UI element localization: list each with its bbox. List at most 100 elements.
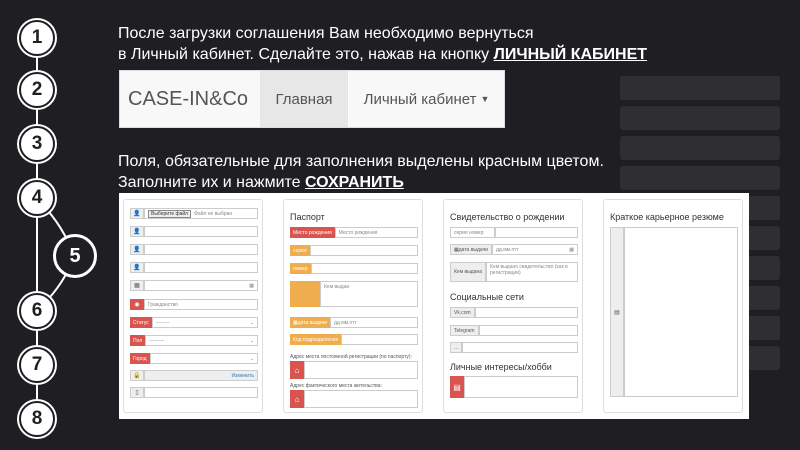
issued-by-input[interactable]: Кем выдан: [320, 281, 418, 307]
citizenship-input[interactable]: Гражданство: [144, 299, 258, 310]
calendar-picker-icon[interactable]: ▦: [249, 283, 254, 289]
cert-date-input[interactable]: дд.мм.гггг ▦: [491, 244, 578, 255]
step-4: 4: [19, 180, 55, 216]
actual-address-row: ⌂: [290, 390, 418, 408]
birthdate-input[interactable]: ▦: [144, 280, 258, 291]
user-icon: 👤: [130, 208, 144, 219]
dept-code-input[interactable]: [341, 334, 418, 345]
caret-down-icon: ▼: [480, 94, 490, 104]
globe-icon: ◉: [130, 299, 144, 310]
telegram-input[interactable]: [478, 325, 578, 336]
birthdate-row: ▦ ▦: [130, 280, 258, 291]
hobby-row: ▤: [450, 376, 578, 398]
cert-series-input[interactable]: серия номер: [450, 227, 495, 238]
cert-date-row: ▦ дата выдачи дд.мм.гггг ▦: [450, 244, 578, 255]
list-icon: ▤: [610, 227, 624, 397]
status-row: Статус -------- ⌄: [130, 317, 258, 328]
issued-by-row: Кем выдан: [290, 281, 418, 307]
gender-select[interactable]: --------- ⌄: [145, 335, 258, 346]
birthplace-input[interactable]: Место рождения: [334, 227, 418, 238]
number-input[interactable]: [310, 263, 418, 274]
dept-code-row: Код подразделения: [290, 334, 418, 345]
city-label: Город: [130, 353, 150, 364]
lock-icon: 🔒: [130, 370, 144, 381]
social-title: Социальные сети: [450, 292, 524, 302]
status-select[interactable]: -------- ⌄: [151, 317, 258, 328]
instruction-1-line2: в Личный кабинет. Сделайте это, нажав на…: [118, 44, 647, 65]
gender-row: Пол --------- ⌄: [130, 335, 258, 346]
choose-file-button[interactable]: Выберите файл: [148, 209, 192, 218]
nav-home[interactable]: Главная: [260, 71, 348, 127]
change-button[interactable]: Изменить: [231, 373, 254, 379]
gender-value: ---------: [149, 337, 165, 344]
calendar-picker-icon[interactable]: ▦: [569, 247, 574, 253]
user-icon: 👤: [130, 226, 144, 237]
hobby-input[interactable]: [464, 376, 578, 398]
status-value: --------: [155, 319, 170, 326]
home-icon: ⌂: [290, 361, 304, 379]
resume-textarea[interactable]: [624, 227, 738, 397]
step-2: 2: [19, 72, 55, 108]
lastname-input[interactable]: [144, 226, 258, 237]
reg-address-input[interactable]: [304, 361, 418, 379]
instruction-1: После загрузки соглашения Вам необходимо…: [118, 23, 647, 65]
cert-date-value: дд.мм.гггг: [495, 246, 519, 253]
nav-cabinet-dropdown[interactable]: Личный кабинет ▼: [348, 71, 504, 127]
email-row: 🔒 Изменить: [130, 370, 258, 381]
passport-title: Паспорт: [290, 212, 325, 222]
series-input[interactable]: [309, 245, 418, 256]
file-status: Файл не выбран: [194, 210, 233, 217]
dept-code-label: Код подразделения: [290, 334, 342, 345]
navbar-screenshot: CASE-IN&Co Главная Личный кабинет ▼: [119, 70, 505, 128]
gender-label: Пол: [130, 335, 146, 346]
other-social-row: ...: [450, 342, 578, 353]
instruction-2-line2: Заполните их и нажмите СОХРАНИТЬ: [118, 172, 604, 193]
resume-panel: Краткое карьерное резюме ▤: [603, 199, 743, 413]
save-link-text: СОХРАНИТЬ: [305, 174, 404, 191]
step-6: 6: [19, 293, 55, 329]
passport-date-label: ▦ дата выдачи: [290, 317, 330, 328]
passport-date-input[interactable]: дд.мм.гггг: [329, 317, 418, 328]
patronymic-input[interactable]: [144, 262, 258, 273]
cert-issued-label: Кем выдана: [450, 262, 487, 282]
nav-cabinet-label: Личный кабинет: [363, 90, 477, 108]
number-label: номер: [290, 263, 311, 274]
hobby-icon: ▤: [450, 376, 464, 398]
personal-panel: 👤 Выберите файл Файл не выбран 👤 👤 👤 ▦ ▦ ◉…: [123, 199, 263, 413]
lastname-row: 👤: [130, 226, 258, 237]
step-3: 3: [19, 126, 55, 162]
cert-issued-input[interactable]: Кем выдано свидетельство (как в регистра…: [486, 262, 578, 282]
step-7: 7: [19, 347, 55, 383]
user-icon: 👤: [130, 262, 144, 273]
series-label: серия: [290, 245, 310, 256]
number-row: номер: [290, 263, 418, 274]
instruction-2-line1: Поля, обязательные для заполнения выделе…: [118, 153, 604, 170]
hobby-title: Личные интересы/хобби: [450, 362, 552, 372]
step-1: 1: [19, 20, 55, 56]
cert-series-row: серия номер: [450, 227, 578, 238]
passport-panel: Паспорт Место рождения Место рождения сер…: [283, 199, 423, 413]
birthplace-label: Место рождения: [290, 227, 335, 238]
cert-number-input[interactable]: [495, 227, 578, 238]
cert-issued-row: Кем выдана Кем выдано свидетельство (как …: [450, 262, 578, 282]
birthplace-row: Место рождения Место рождения: [290, 227, 418, 238]
actual-address-input[interactable]: [304, 390, 418, 408]
cert-date-text: дата выдачи: [458, 246, 488, 253]
reg-address-label: Адрес места постоянной регистрации (по п…: [290, 354, 412, 360]
file-input[interactable]: Выберите файл Файл не выбран: [144, 208, 258, 219]
brand-logo[interactable]: CASE-IN&Co: [120, 71, 260, 127]
photo-upload-row: 👤 Выберите файл Файл не выбран: [130, 208, 258, 219]
step-5-current: 5: [53, 234, 97, 278]
email-input[interactable]: Изменить: [144, 370, 258, 381]
city-row: Город ⌄: [130, 353, 258, 364]
city-select[interactable]: ⌄: [149, 353, 258, 364]
firstname-input[interactable]: [144, 244, 258, 255]
issued-by-label-block: [290, 281, 320, 307]
phone-row: ▯: [130, 387, 258, 398]
chevron-down-icon: ⌄: [249, 319, 254, 326]
phone-input[interactable]: [144, 387, 258, 398]
vk-input[interactable]: [474, 307, 578, 318]
other-social-input[interactable]: [462, 342, 578, 353]
chevron-down-icon: ⌄: [249, 337, 254, 344]
instruction-1-text: в Личный кабинет. Сделайте это, нажав на…: [118, 46, 494, 63]
